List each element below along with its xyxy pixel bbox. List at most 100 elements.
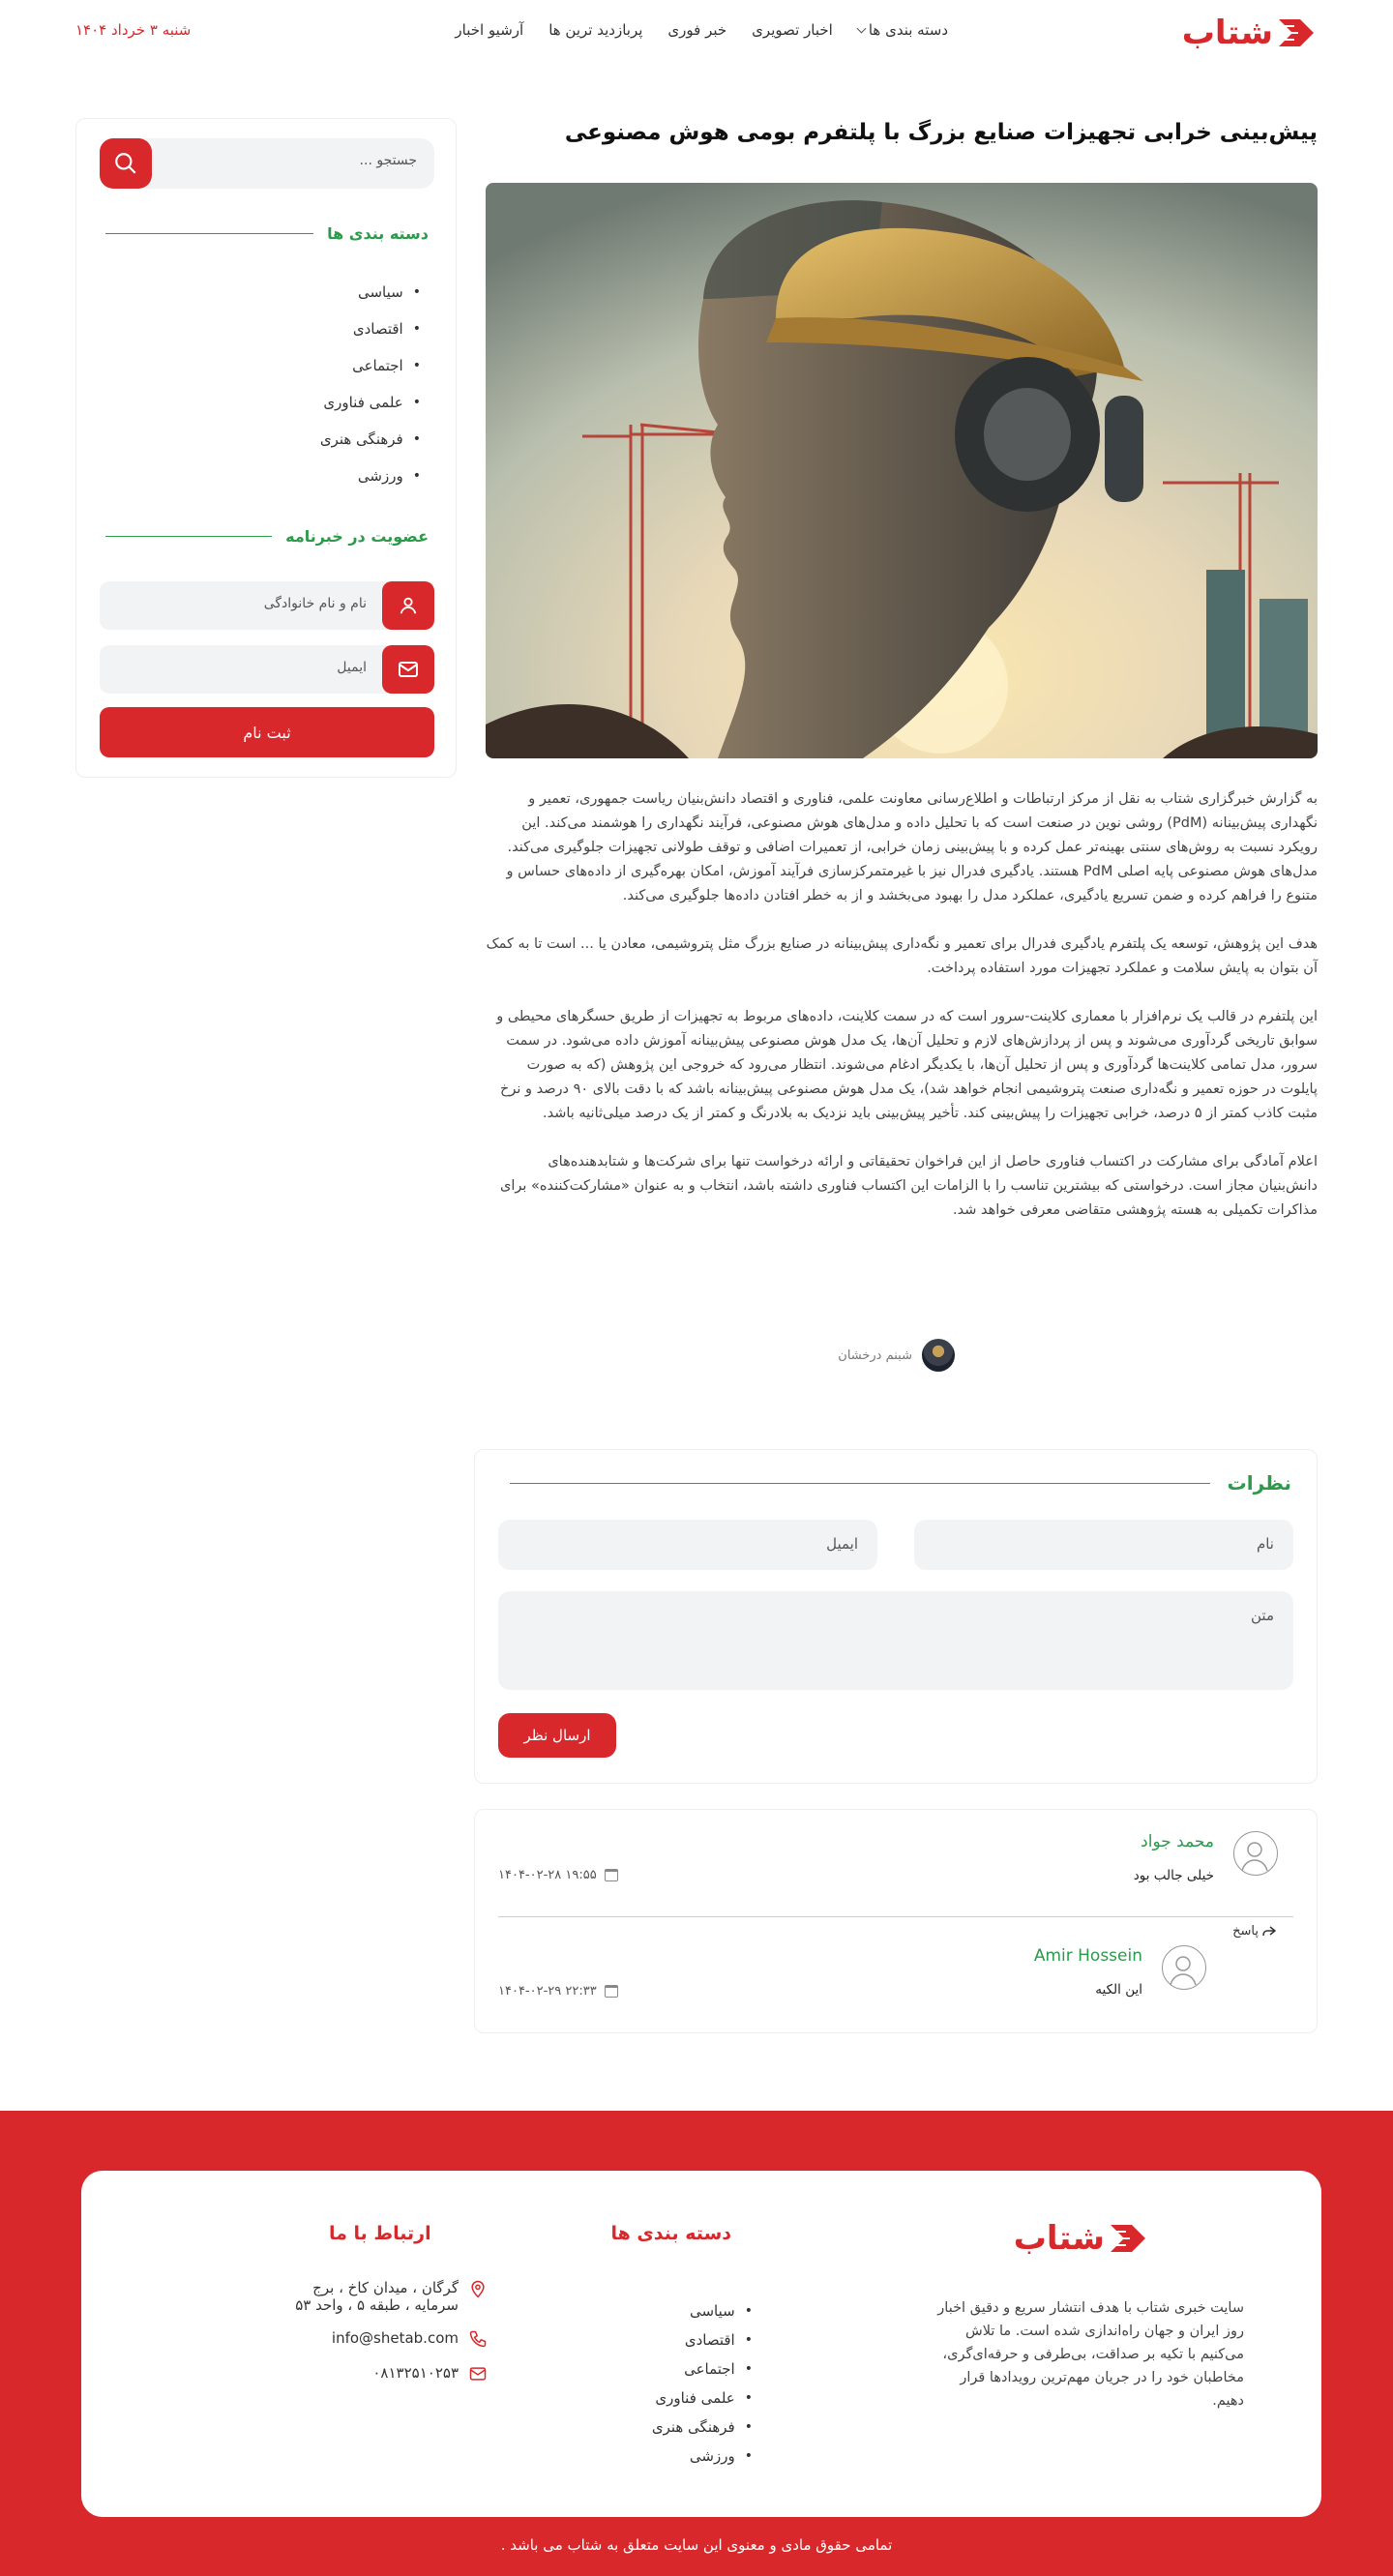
contact-phone-text: ۰۸۱۳۲۵۱۰۲۵۳ bbox=[372, 2364, 459, 2382]
search-input[interactable]: جستجو ... bbox=[360, 153, 417, 168]
newsletter-submit-button[interactable]: ثبت نام bbox=[100, 707, 434, 757]
author-avatar bbox=[922, 1339, 955, 1372]
comment-list: محمد جواد خیلی جالب بود ۱۴۰۴-۰۲-۲۸ ۱۹:۵۵… bbox=[474, 1809, 1318, 2033]
comments-title: نظرات bbox=[1227, 1471, 1291, 1495]
divider bbox=[105, 536, 273, 537]
comment-item: محمد جواد خیلی جالب بود bbox=[1134, 1831, 1278, 1883]
current-date: شنبه ۳ خرداد ۱۴۰۴ bbox=[75, 21, 192, 39]
newsletter-email-field[interactable]: ایمیل bbox=[100, 645, 434, 694]
footer-contact: گرگان ، میدان کاخ ، برج سرمایه ، طبقه ۵ … bbox=[275, 2279, 488, 2399]
footer-logo[interactable]: شتاب bbox=[1014, 2219, 1149, 2258]
mail-icon bbox=[382, 645, 434, 694]
sidebar-category-list: سیاسی اقتصادی اجتماعی علمی فناوری فرهنگی… bbox=[320, 274, 421, 494]
main-nav: دسته بندی ها اخبار تصویری خبر فوری پرباز… bbox=[455, 21, 948, 39]
comment-name-input[interactable]: نام bbox=[914, 1520, 1293, 1570]
sidebar-category-item[interactable]: سیاسی bbox=[320, 274, 421, 311]
calendar-icon bbox=[604, 1985, 618, 1998]
divider bbox=[498, 1916, 1293, 1917]
logo-text: شتاب bbox=[1181, 14, 1274, 52]
article: پیش‌بینی خرابی تجهیزات صنایع بزرگ با پلت… bbox=[486, 118, 1318, 1372]
newsletter-name-field[interactable]: نام و نام خانوادگی bbox=[100, 581, 434, 630]
footer-category-item[interactable]: علمی فناوری bbox=[652, 2384, 753, 2413]
article-title: پیش‌بینی خرابی تجهیزات صنایع بزرگ با پلت… bbox=[564, 120, 1318, 145]
comment-email-input[interactable]: ایمیل bbox=[498, 1520, 877, 1570]
logo-arrows-icon bbox=[1109, 2223, 1149, 2254]
comment-date: ۱۴۰۴-۰۲-۲۸ ۱۹:۵۵ bbox=[498, 1868, 618, 1882]
comment-text: این الکیه bbox=[1095, 1982, 1142, 1998]
divider bbox=[105, 233, 314, 234]
user-avatar-icon bbox=[1162, 1945, 1206, 1990]
comment-author: Amir Hossein bbox=[1033, 1946, 1142, 1966]
user-avatar-icon bbox=[1233, 1831, 1278, 1876]
nav-most-viewed[interactable]: پربازدید ترین ها bbox=[548, 21, 642, 39]
phone-icon bbox=[469, 2330, 487, 2348]
user-icon bbox=[382, 581, 434, 630]
calendar-icon bbox=[604, 1869, 618, 1881]
divider bbox=[510, 1482, 1210, 1484]
comment-date-text: ۱۴۰۴-۰۲-۲۹ ۲۲:۳۳ bbox=[498, 1984, 597, 1999]
sidebar-category-item[interactable]: اجتماعی bbox=[320, 347, 421, 384]
copyright: تمامی حقوق مادی و معنوی این سایت متعلق ب… bbox=[500, 2536, 893, 2554]
footer-category-item[interactable]: فرهنگی هنری bbox=[652, 2413, 753, 2442]
article-hero-image bbox=[486, 183, 1318, 758]
sidebar-category-item[interactable]: فرهنگی هنری bbox=[320, 421, 421, 458]
article-body: به گزارش خبرگزاری شتاب به نقل از مرکز ار… bbox=[486, 787, 1318, 1247]
footer-card: شتاب سایت خبری شتاب با هدف انتشار سریع و… bbox=[81, 2171, 1321, 2517]
sidebar: جستجو ... دسته بندی ها سیاسی اقتصادی اجت… bbox=[75, 118, 457, 778]
footer-category-item[interactable]: اقتصادی bbox=[652, 2325, 753, 2354]
footer-category-item[interactable]: اجتماعی bbox=[652, 2354, 753, 2384]
article-paragraph: به گزارش خبرگزاری شتاب به نقل از مرکز ار… bbox=[506, 791, 1319, 903]
sidebar-category-item[interactable]: ورزشی bbox=[320, 458, 421, 494]
mail-icon bbox=[469, 2367, 487, 2381]
site-header: شتاب دسته بندی ها اخبار تصویری خبر فوری … bbox=[0, 0, 1393, 66]
reply-icon bbox=[1262, 1925, 1276, 1936]
page: شتاب دسته بندی ها اخبار تصویری خبر فوری … bbox=[0, 0, 1393, 2576]
contact-email[interactable]: info@shetab.com bbox=[275, 2329, 488, 2349]
reply-label: پاسخ bbox=[1232, 1924, 1259, 1939]
footer-category-list: سیاسی اقتصادی اجتماعی علمی فناوری فرهنگی… bbox=[652, 2296, 753, 2471]
site-footer: شتاب سایت خبری شتاب با هدف انتشار سریع و… bbox=[0, 2111, 1393, 2576]
comment-text: خیلی جالب بود bbox=[1133, 1868, 1214, 1883]
send-comment-button[interactable]: ارسال نظر bbox=[498, 1713, 616, 1758]
newsletter-header: عضویت در خبرنامه bbox=[105, 527, 429, 546]
nav-photo-news[interactable]: اخبار تصویری bbox=[752, 21, 833, 39]
sidebar-category-item[interactable]: اقتصادی bbox=[320, 311, 421, 347]
footer-contact-title: ارتباط با ما bbox=[329, 2223, 431, 2244]
contact-address: گرگان ، میدان کاخ ، برج سرمایه ، طبقه ۵ … bbox=[275, 2279, 488, 2314]
email-placeholder: ایمیل bbox=[337, 660, 367, 675]
nav-categories[interactable]: دسته بندی ها bbox=[856, 21, 948, 39]
nav-label: دسته بندی ها bbox=[868, 21, 948, 39]
comment-author: محمد جواد bbox=[1141, 1832, 1214, 1851]
footer-categories-title: دسته بندی ها bbox=[610, 2223, 731, 2244]
contact-phone[interactable]: ۰۸۱۳۲۵۱۰۲۵۳ bbox=[275, 2364, 488, 2384]
sidebar-categories-title: دسته بندی ها bbox=[327, 224, 429, 243]
comment-date: ۱۴۰۴-۰۲-۲۹ ۲۲:۳۳ bbox=[498, 1984, 618, 1999]
search-button[interactable] bbox=[100, 138, 152, 189]
sidebar-categories-header: دسته بندی ها bbox=[105, 224, 429, 243]
search-box[interactable]: جستجو ... bbox=[100, 138, 434, 189]
location-pin-icon bbox=[471, 2280, 485, 2298]
footer-category-item[interactable]: ورزشی bbox=[652, 2442, 753, 2471]
contact-address-text: گرگان ، میدان کاخ ، برج سرمایه ، طبقه ۵ … bbox=[295, 2279, 459, 2314]
footer-category-item[interactable]: سیاسی bbox=[652, 2296, 753, 2325]
article-paragraph: هدف این پژوهش، توسعه یک پلتفرم یادگیری ف… bbox=[486, 936, 1318, 976]
comment-text-input[interactable]: متن bbox=[498, 1591, 1293, 1690]
article-paragraph: اعلام آمادگی برای مشارکت در اکتساب فناور… bbox=[500, 1154, 1318, 1218]
article-paragraph: این پلتفرم در قالب یک نرم‌افزار با معمار… bbox=[496, 1009, 1318, 1121]
contact-email-text: info@shetab.com bbox=[331, 2329, 459, 2347]
nav-breaking-news[interactable]: خبر فوری bbox=[667, 21, 726, 39]
article-author[interactable]: شبنم درخشان bbox=[838, 1339, 955, 1372]
comment-form: نظرات نام ایمیل متن ارسال نظر bbox=[474, 1449, 1318, 1784]
comments-header: نظرات bbox=[510, 1471, 1291, 1495]
name-placeholder: نام و نام خانوادگی bbox=[263, 596, 367, 611]
newsletter-title: عضویت در خبرنامه bbox=[285, 527, 429, 546]
nav-archive[interactable]: آرشیو اخبار bbox=[455, 21, 523, 39]
reply-button[interactable]: پاسخ bbox=[1232, 1924, 1276, 1939]
site-logo[interactable]: شتاب bbox=[1182, 14, 1318, 52]
comment-date-text: ۱۴۰۴-۰۲-۲۸ ۱۹:۵۵ bbox=[498, 1868, 597, 1882]
sidebar-category-item[interactable]: علمی فناوری bbox=[320, 384, 421, 421]
footer-logo-text: شتاب bbox=[1013, 2219, 1106, 2258]
search-icon bbox=[115, 153, 136, 174]
comment-reply-item: Amir Hossein این الکیه bbox=[1034, 1945, 1206, 1998]
chevron-down-icon bbox=[856, 23, 867, 33]
